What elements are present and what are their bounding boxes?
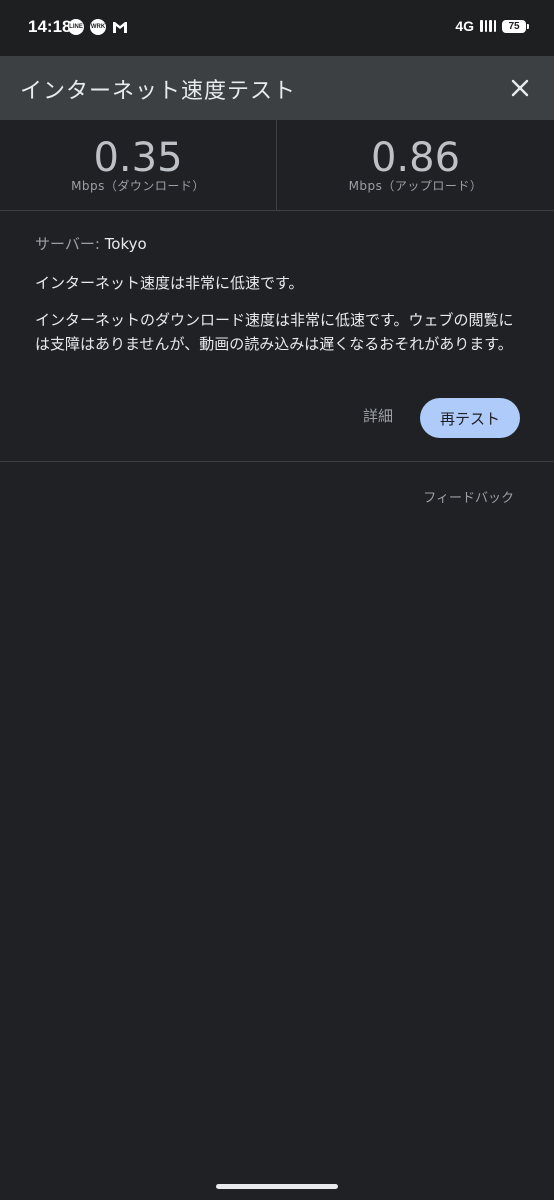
feedback-link[interactable]: フィードバック: [423, 487, 514, 506]
retest-button[interactable]: 再テスト: [420, 398, 520, 438]
page-title: インターネット速度テスト: [20, 79, 297, 104]
network-type: 4G: [455, 18, 474, 34]
notification-icons: LINE WRK: [68, 19, 128, 35]
result-info: サーバー: Tokyo インターネット速度は非常に低速です。 インターネットのダ…: [35, 233, 525, 356]
speed-results: 0.35 Mbps（ダウンロード） 0.86 Mbps（アップロード）: [0, 120, 554, 211]
gmail-icon: [113, 22, 127, 33]
result-detail: インターネットのダウンロード速度は非常に低速です。ウェブの閲覧には支障はありませ…: [35, 311, 514, 353]
download-speed-unit: Mbps（ダウンロード）: [71, 179, 205, 193]
upload-speed-unit: Mbps（アップロード）: [348, 179, 483, 193]
server-label: サーバー:: [35, 235, 105, 253]
download-speed: 0.35 Mbps（ダウンロード）: [0, 120, 277, 210]
download-speed-value: 0.35: [93, 135, 183, 181]
line-icon: LINE: [68, 19, 84, 35]
details-button[interactable]: 詳細: [363, 405, 393, 426]
toolbar: インターネット速度テスト: [0, 56, 554, 120]
battery-level: 75: [508, 20, 520, 32]
server-line: サーバー: Tokyo: [35, 233, 525, 255]
gesture-nav-handle[interactable]: [216, 1184, 338, 1189]
battery-icon: 75: [502, 19, 529, 33]
status-right: 4G 75: [455, 18, 529, 34]
result-summary: インターネット速度は非常に低速です。: [35, 274, 304, 292]
upload-speed: 0.86 Mbps（アップロード）: [277, 120, 554, 210]
status-bar: 14:18 LINE WRK 4G 75: [0, 0, 554, 56]
divider: [0, 461, 554, 462]
signal-icon: [480, 20, 496, 32]
close-button[interactable]: [502, 70, 538, 106]
line-works-icon: WRK: [90, 19, 106, 35]
server-value: Tokyo: [104, 235, 147, 253]
upload-speed-value: 0.86: [370, 135, 461, 181]
status-time: 14:18: [28, 17, 72, 36]
close-icon: [511, 79, 529, 97]
